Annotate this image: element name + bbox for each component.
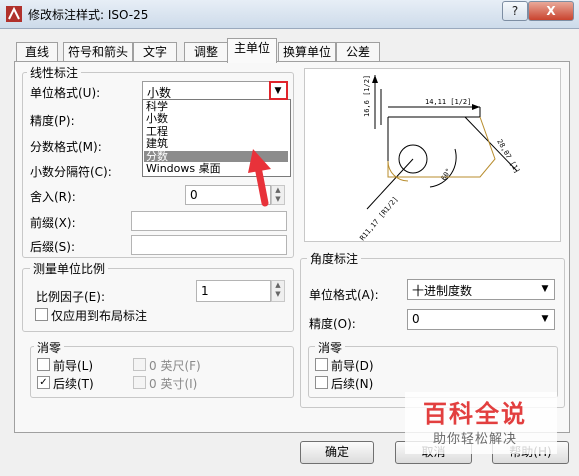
angular-leading-checkbox[interactable] — [315, 358, 328, 371]
angular-unit-format-select[interactable]: 十进制度数 ▼ — [407, 279, 555, 300]
tab-tolerances[interactable]: 公差 — [336, 42, 380, 62]
suffix-label: 后缀(S): — [30, 240, 76, 254]
prefix-label: 前缀(X): — [30, 216, 76, 230]
window-help-button[interactable]: ? — [502, 1, 528, 21]
watermark-subtitle: 助你轻松解决 — [433, 432, 518, 447]
annotation-arrow — [248, 149, 271, 207]
inches-checkbox[interactable] — [133, 376, 146, 389]
linear-zero-title: 消零 — [34, 339, 65, 356]
scale-factor-spinner[interactable]: ▲ ▼ — [271, 280, 285, 302]
angular-leading-label: 前导(D) — [331, 359, 374, 373]
dropdown-item-fractional[interactable]: 分数 — [146, 151, 168, 162]
precision-label: 精度(P): — [30, 114, 75, 128]
angular-trailing-label: 后续(N) — [331, 377, 374, 391]
tab-fit[interactable]: 调整 — [184, 42, 228, 62]
trailing-checkbox[interactable]: ✓ — [37, 376, 50, 389]
preview-dim-right: 28,07 [1] — [495, 138, 521, 175]
leading-checkbox[interactable] — [37, 358, 50, 371]
angular-precision-label: 精度(O): — [309, 317, 356, 331]
tab-primary-units[interactable]: 主单位 — [227, 38, 277, 63]
unit-format-label: 单位格式(U): — [30, 86, 101, 100]
tab-text[interactable]: 文字 — [133, 42, 177, 62]
dropdown-item-architectural[interactable]: 建筑 — [146, 138, 168, 149]
fraction-format-label: 分数格式(M): — [30, 140, 102, 154]
autocad-app-icon — [6, 6, 22, 22]
angular-trailing-checkbox[interactable] — [315, 376, 328, 389]
suffix-input[interactable] — [131, 235, 287, 255]
tab-alternate-units[interactable]: 换算单位 — [278, 42, 336, 62]
angular-precision-value: 0 — [412, 312, 420, 326]
tab-lines[interactable]: 直线 — [16, 42, 58, 62]
preview-dim-left: 16,6 [1/2] — [363, 75, 371, 117]
dropdown-item-scientific[interactable]: 科学 — [146, 101, 168, 112]
watermark-title: 百科全说 — [423, 400, 527, 428]
window-title: 修改标注样式: ISO-25 — [28, 8, 149, 22]
decimal-separator-label: 小数分隔符(C): — [30, 165, 112, 179]
ok-button[interactable]: 确定 — [300, 441, 374, 464]
round-off-label: 舍入(R): — [30, 190, 76, 204]
scale-factor-value: 1 — [201, 284, 209, 298]
scale-factor-input[interactable]: 1 — [196, 280, 271, 302]
inches-label: 0 英寸(I) — [149, 377, 198, 391]
highlight-box — [269, 81, 288, 100]
apply-layout-checkbox[interactable] — [35, 308, 48, 321]
trailing-label: 后续(T) — [53, 377, 94, 391]
tab-symbols-arrows[interactable]: 符号和箭头 — [63, 42, 133, 62]
window-close-button[interactable]: X — [528, 1, 574, 21]
feet-checkbox[interactable] — [133, 358, 146, 371]
feet-label: 0 英尺(F) — [149, 359, 201, 373]
preview-dim-radius: R11,17 [R1/2] — [358, 195, 399, 241]
chevron-down-icon[interactable]: ▼ — [538, 313, 552, 325]
angular-unit-format-label: 单位格式(A): — [309, 288, 379, 302]
chevron-down-icon[interactable]: ▼ — [538, 283, 552, 295]
apply-layout-label: 仅应用到布局标注 — [51, 309, 148, 323]
dropdown-item-decimal[interactable]: 小数 — [146, 113, 168, 124]
preview-dim-top: 14,11 [1/2] — [425, 98, 471, 106]
scale-factor-label: 比例因子(E): — [36, 290, 105, 304]
angular-zero-title: 消零 — [315, 339, 346, 356]
dimension-preview: 16,6 [1/2] 14,11 [1/2] 28,07 [1] 60° R11… — [304, 68, 561, 242]
watermark: 百科全说 助你轻松解决 — [405, 392, 557, 454]
dropdown-item-engineering[interactable]: 工程 — [146, 126, 168, 137]
angular-group-title: 角度标注 — [307, 250, 362, 267]
round-off-value: 0 — [190, 188, 198, 202]
angular-precision-select[interactable]: 0 ▼ — [407, 309, 555, 330]
leading-label: 前导(L) — [53, 359, 94, 373]
angular-unit-format-value: 十进制度数 — [412, 284, 473, 298]
dropdown-item-windows-desktop[interactable]: Windows 桌面 — [146, 163, 221, 174]
linear-group-title: 线性标注 — [27, 64, 82, 81]
scale-group-title: 测量单位比例 — [30, 260, 109, 277]
prefix-input[interactable] — [131, 211, 287, 231]
preview-drawing: 16,6 [1/2] 14,11 [1/2] 28,07 [1] 60° R11… — [358, 75, 521, 242]
unit-format-select[interactable]: 小数 ▼ — [142, 81, 288, 101]
